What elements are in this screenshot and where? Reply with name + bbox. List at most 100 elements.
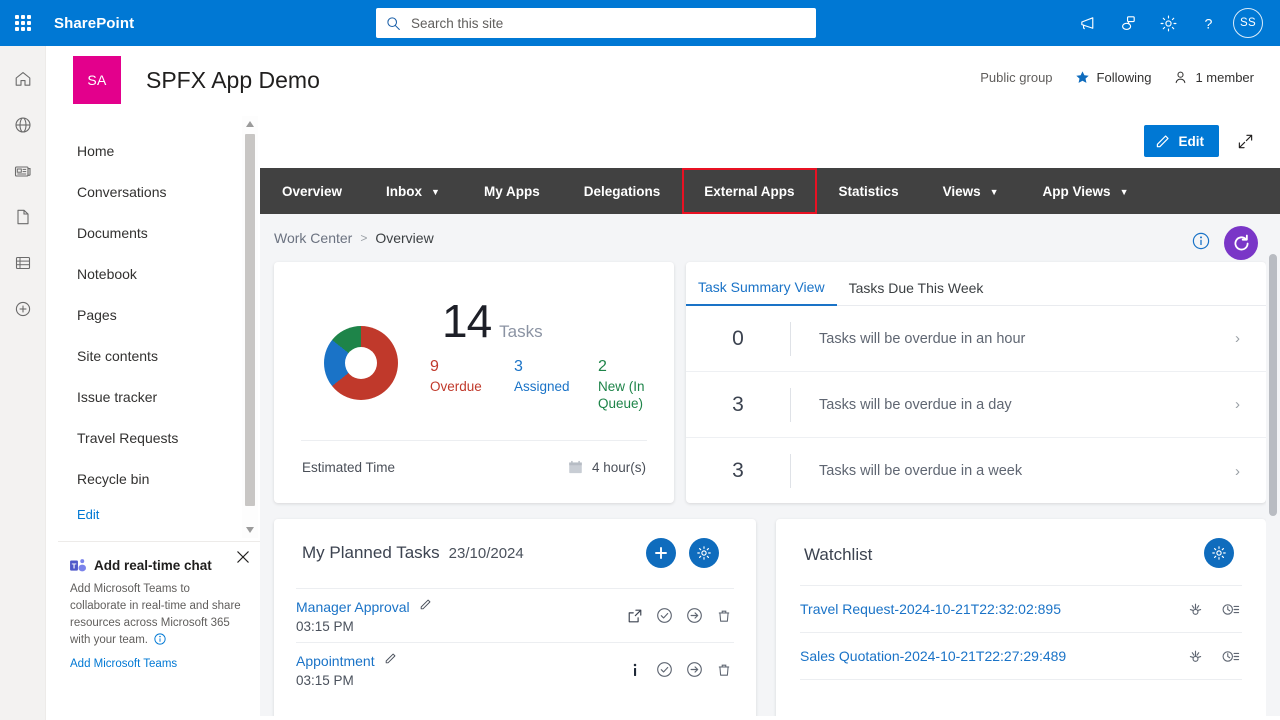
tab-tasks-due-this-week[interactable]: Tasks Due This Week — [837, 280, 996, 305]
sidebar-item-home[interactable]: Home — [46, 130, 260, 171]
rail-news-icon[interactable] — [0, 148, 46, 194]
feedback-icon[interactable] — [1108, 0, 1148, 46]
tab-views[interactable]: Views ▼ — [921, 168, 1021, 214]
members-button[interactable]: 1 member — [1173, 70, 1254, 85]
search-placeholder: Search this site — [411, 15, 504, 31]
content-scrollbar-thumb[interactable] — [1269, 254, 1277, 516]
watchlist-item-link[interactable]: Sales Quotation-2024-10-21T22:27:29:489 — [800, 648, 1066, 664]
tab-task-summary-view[interactable]: Task Summary View — [686, 279, 837, 306]
search-input[interactable]: Search this site — [376, 8, 816, 38]
sidebar-scrollbar-thumb[interactable] — [245, 134, 255, 506]
add-teams-link[interactable]: Add Microsoft Teams — [70, 658, 246, 670]
scroll-down-icon[interactable] — [242, 522, 258, 538]
stat-new-in-queue[interactable]: 2 New (In Queue) — [598, 356, 682, 412]
stat-assigned[interactable]: 3 Assigned — [514, 356, 598, 412]
breadcrumb-root[interactable]: Work Center — [274, 230, 352, 246]
sidebar-scrollbar[interactable] — [242, 116, 258, 538]
summary-tabs: Task Summary View Tasks Due This Week — [686, 262, 1266, 306]
sidebar-item-notebook[interactable]: Notebook — [46, 253, 260, 294]
watchlist-row: Sales Quotation-2024-10-21T22:27:29:489 — [800, 632, 1242, 679]
suite-actions: ? SS — [1068, 0, 1280, 46]
delete-icon[interactable] — [716, 662, 732, 678]
summary-row-hour-text: Tasks will be overdue in an hour — [819, 330, 1026, 347]
svg-text:?: ? — [1204, 16, 1212, 32]
sidebar-item-issue-tracker[interactable]: Issue tracker — [46, 376, 260, 417]
sidebar-item-site-contents[interactable]: Site contents — [46, 335, 260, 376]
avatar-initials[interactable]: SS — [1233, 8, 1263, 38]
planned-task-link[interactable]: Appointment — [296, 653, 375, 669]
complete-icon[interactable] — [656, 607, 673, 624]
breadcrumb-current: Overview — [375, 230, 434, 246]
summary-row-week[interactable]: 3 Tasks will be overdue in a week › — [686, 438, 1266, 504]
info-icon[interactable] — [627, 662, 643, 678]
edit-button-label: Edit — [1178, 133, 1205, 149]
sidebar-item-documents[interactable]: Documents — [46, 212, 260, 253]
teams-promo-panel: T Add real-time chat Add Microsoft Teams… — [58, 541, 260, 720]
scroll-up-icon[interactable] — [242, 116, 258, 132]
avatar[interactable]: SS — [1228, 0, 1268, 46]
help-icon[interactable]: ? — [1188, 0, 1228, 46]
rail-home-icon[interactable] — [0, 56, 46, 102]
megaphone-icon[interactable] — [1068, 0, 1108, 46]
info-icon[interactable] — [1192, 232, 1210, 250]
unwatch-icon[interactable] — [1187, 648, 1204, 665]
rail-create-icon[interactable] — [0, 286, 46, 332]
forward-icon[interactable] — [686, 607, 703, 624]
rail-document-icon[interactable] — [0, 194, 46, 240]
sharepoint-brand[interactable]: SharePoint — [54, 15, 134, 32]
chevron-right-icon[interactable]: › — [1235, 330, 1240, 347]
sidebar-edit-link[interactable]: Edit — [46, 507, 260, 522]
tab-my-apps[interactable]: My Apps — [462, 168, 562, 214]
planned-task-link[interactable]: Manager Approval — [296, 599, 410, 615]
sidebar-item-pages[interactable]: Pages — [46, 294, 260, 335]
tab-statistics[interactable]: Statistics — [817, 168, 921, 214]
app-launcher-icon[interactable] — [0, 0, 46, 46]
info-icon[interactable] — [154, 633, 166, 645]
following-label: Following — [1096, 70, 1152, 85]
unwatch-icon[interactable] — [1187, 601, 1204, 618]
refresh-button[interactable] — [1224, 226, 1258, 260]
history-icon[interactable] — [1222, 648, 1240, 665]
watchlist-item-link[interactable]: Travel Request-2024-10-21T22:32:02:895 — [800, 601, 1061, 617]
rail-lists-icon[interactable] — [0, 240, 46, 286]
tab-inbox[interactable]: Inbox ▼ — [364, 168, 462, 214]
history-icon[interactable] — [1222, 601, 1240, 618]
delete-icon[interactable] — [716, 608, 732, 624]
person-icon — [1176, 71, 1186, 84]
divider — [790, 321, 791, 356]
close-icon[interactable] — [236, 550, 250, 569]
add-task-button[interactable] — [646, 538, 676, 568]
tab-external-apps[interactable]: External Apps — [682, 168, 817, 214]
open-in-new-icon[interactable] — [627, 608, 643, 624]
planned-settings-button[interactable] — [689, 538, 719, 568]
edit-button[interactable]: Edit — [1143, 125, 1219, 157]
breadcrumb-separator: > — [360, 231, 368, 245]
summary-row-day[interactable]: 3 Tasks will be overdue in a day › — [686, 372, 1266, 438]
tab-delegations[interactable]: Delegations — [562, 168, 683, 214]
sidebar-item-travel-requests[interactable]: Travel Requests — [46, 417, 260, 458]
edit-icon[interactable] — [419, 597, 433, 616]
stat-overdue[interactable]: 9 Overdue — [430, 356, 514, 412]
stat-overdue-label: Overdue — [430, 379, 482, 394]
tab-overview[interactable]: Overview — [260, 168, 364, 214]
complete-icon[interactable] — [656, 661, 673, 678]
task-overview-card: 14 Tasks 9 Overdue 3 Assigned 2 New (In … — [274, 262, 674, 503]
site-nav-list: Home Conversations Documents Notebook Pa… — [46, 114, 260, 523]
tab-app-views[interactable]: App Views ▼ — [1021, 168, 1151, 214]
content-scrollbar[interactable] — [1266, 254, 1280, 720]
watchlist-settings-button[interactable] — [1204, 538, 1234, 568]
chevron-right-icon[interactable]: › — [1235, 396, 1240, 413]
edit-icon[interactable] — [384, 651, 398, 670]
gear-icon[interactable] — [1148, 0, 1188, 46]
rail-globe-icon[interactable] — [0, 102, 46, 148]
expand-icon[interactable] — [1233, 129, 1258, 154]
sidebar-item-recycle-bin[interactable]: Recycle bin — [46, 458, 260, 499]
site-title[interactable]: SPFX App Demo — [146, 67, 320, 94]
following-button[interactable]: Following — [1075, 70, 1152, 85]
members-label: 1 member — [1195, 70, 1254, 85]
summary-row-hour[interactable]: 0 Tasks will be overdue in an hour › — [686, 306, 1266, 372]
forward-icon[interactable] — [686, 661, 703, 678]
chevron-right-icon[interactable]: › — [1235, 463, 1240, 480]
sidebar-item-conversations[interactable]: Conversations — [46, 171, 260, 212]
divider — [301, 440, 647, 441]
